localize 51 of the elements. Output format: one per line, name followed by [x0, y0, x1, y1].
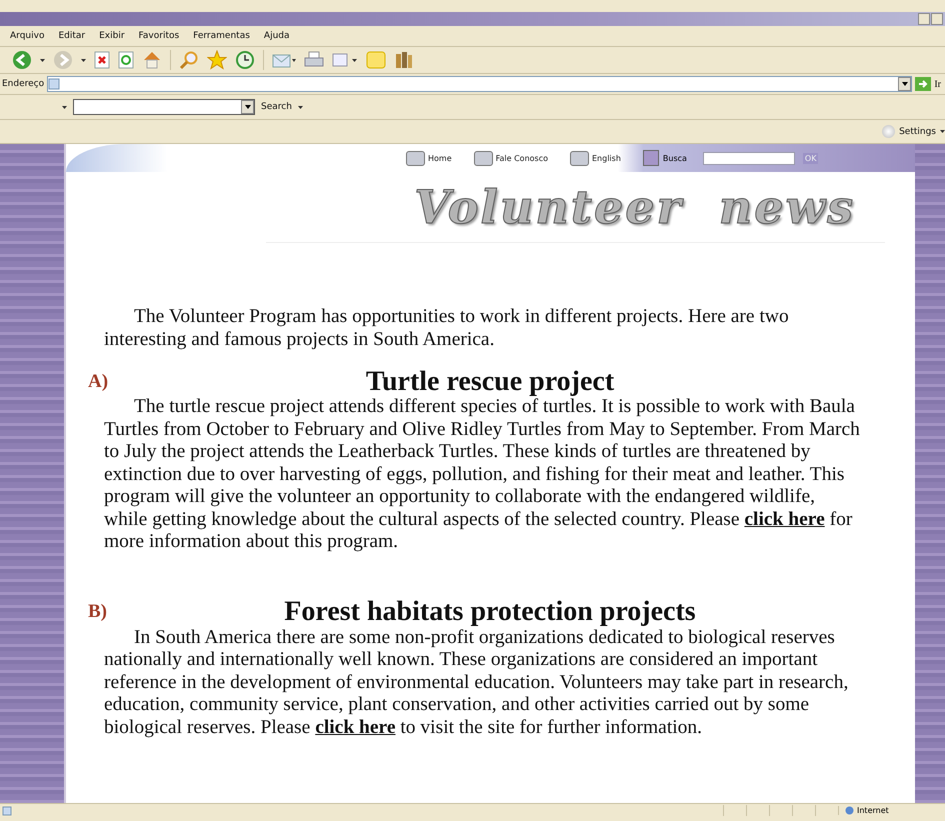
document-icon[interactable]	[332, 51, 358, 69]
dropdown-icon[interactable]	[62, 106, 67, 108]
nav-icon	[406, 150, 425, 166]
star-icon[interactable]	[207, 50, 227, 70]
section-marker: A)	[88, 370, 110, 394]
nav-icon	[474, 150, 493, 166]
nav-icon	[570, 150, 589, 166]
dropdown-icon[interactable]	[898, 77, 912, 91]
note-icon[interactable]	[366, 50, 386, 70]
dropdown-icon[interactable]	[298, 106, 303, 108]
stop-icon[interactable]	[94, 51, 110, 69]
forward-icon[interactable]	[53, 50, 73, 70]
globe-icon	[845, 806, 854, 815]
back-icon[interactable]	[12, 50, 32, 70]
clock-icon[interactable]	[235, 50, 255, 70]
address-field[interactable]	[47, 76, 912, 92]
section-paragraph: In South America there are some non-profit organizations dedicated to biological reserves nationally and internationally well known. These organizations are considered an important reference in the development of environmental education. Volunteers may take part in research, education, community service, plant conservation, and other activities carried out by some biological reserves. Please click here to visit the site for further information.	[104, 626, 850, 739]
dropdown-icon[interactable]	[241, 100, 254, 114]
menu-item[interactable]: Favoritos	[136, 29, 182, 43]
address-label: Endereço	[2, 79, 44, 89]
home-icon[interactable]	[142, 50, 162, 70]
section-marker: B)	[88, 601, 108, 624]
menu-item[interactable]: Arquivo	[8, 29, 46, 43]
search-field[interactable]	[73, 99, 255, 115]
nav-link[interactable]: Home	[406, 150, 452, 166]
refresh-icon[interactable]	[118, 51, 134, 69]
dropdown-icon[interactable]	[40, 59, 45, 62]
click-here-link[interactable]: click here	[315, 716, 396, 738]
books-icon[interactable]	[394, 50, 414, 70]
dropdown-icon[interactable]	[940, 130, 945, 133]
go-button[interactable]: Ir	[934, 78, 941, 90]
intro-paragraph: The Volunteer Program has opportunities to work in different projects. Here are two interesting and famous projects in South America.	[104, 306, 790, 351]
menu-item[interactable]: Exibir	[97, 29, 127, 43]
zone-label: Internet	[857, 806, 889, 815]
search-button[interactable]: Search	[261, 102, 292, 112]
nav-link[interactable]: English	[570, 150, 621, 166]
page-icon	[48, 78, 60, 90]
page-icon	[2, 806, 12, 816]
dropdown-icon[interactable]	[81, 59, 86, 62]
search-field[interactable]	[702, 152, 795, 164]
click-here-link[interactable]: click here	[744, 508, 825, 530]
site-title: Volunteer news	[414, 180, 855, 234]
menu-item[interactable]: Ajuda	[262, 29, 292, 43]
settings-button[interactable]: Settings	[899, 126, 936, 136]
section-heading: Turtle rescue project	[364, 370, 616, 394]
section-paragraph: The turtle rescue project attends different species of turtles. It is possible to work with Baula Turtles from October to February and Olive Ridley Turtles from May to September. From March to July the project attends the Leatherback Turtles. These kinds of turtles are threatened by extinction due to over harvesting of eggs, pollution, and fishing for their meat and leather. This program will give the volunteer an opportunity to collaborate with the endangered wildlife, while getting knowledge about the cultural aspects of the selected country. Please click here for more information about this program.	[104, 396, 860, 554]
section-heading: Forest habitats protection projects	[283, 601, 697, 624]
search-label: Busca	[662, 154, 687, 162]
menu-item[interactable]: Ferramentas	[191, 29, 252, 43]
nav-link[interactable]: Fale Conosco	[474, 150, 548, 166]
menu-item[interactable]: Editar	[56, 29, 88, 43]
